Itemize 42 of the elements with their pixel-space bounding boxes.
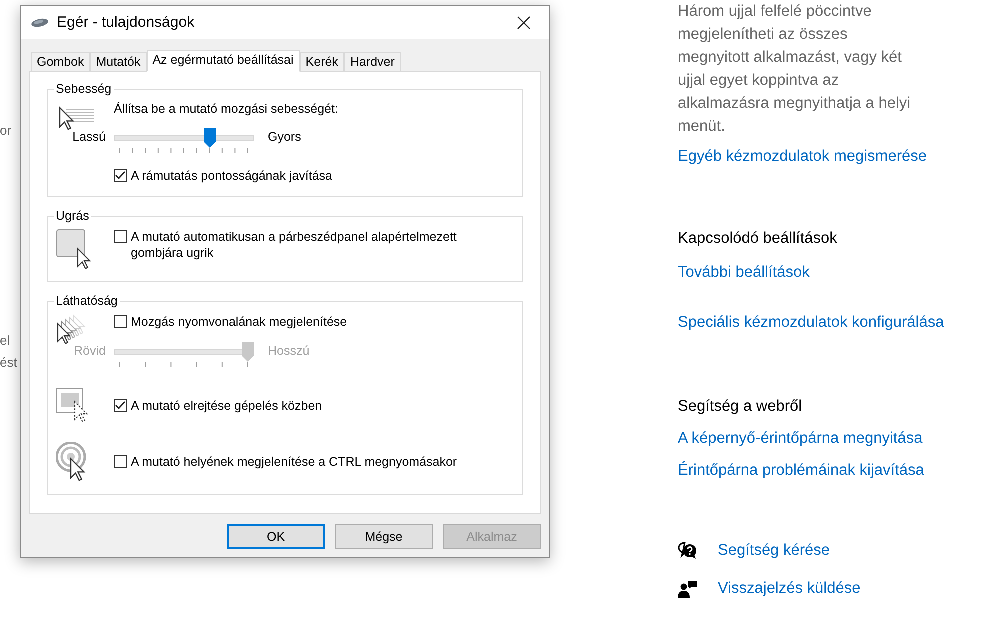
checkbox[interactable]: A rámutatás pontosságának javítása <box>114 168 512 184</box>
tab[interactable]: Mutatók <box>90 52 147 71</box>
tab[interactable]: Gombok <box>31 52 90 71</box>
background-text: or <box>0 122 13 140</box>
link[interactable]: Érintőpárna problémáinak kijavítása <box>678 460 924 482</box>
background-text: ést <box>0 354 18 372</box>
link[interactable]: Visszajelzés küldése <box>718 578 861 600</box>
window-title: Egér - tulajdonságok <box>57 14 196 31</box>
section-heading: Kapcsolódó beállítások <box>678 229 838 249</box>
group-title: Sebesség <box>55 82 113 96</box>
link[interactable]: További beállítások <box>678 262 810 284</box>
check-icon <box>115 171 126 180</box>
group-title: Láthatóság <box>55 294 119 308</box>
slider-label: Gyors <box>268 129 302 146</box>
slider-thumb[interactable] <box>204 128 216 148</box>
tab[interactable]: Kerék <box>300 52 344 71</box>
checkbox[interactable]: A mutató elrejtése gépelés közben <box>114 398 512 414</box>
section-heading: Segítség a webről <box>678 397 804 417</box>
instruction-text: Állítsa be a mutató mozgási sebességét: <box>114 102 340 116</box>
link[interactable]: Egyéb kézmozdulatok megismerése <box>678 146 927 168</box>
close-icon <box>517 16 531 30</box>
link[interactable]: Speciális kézmozdulatok konfigurálása <box>678 312 944 334</box>
group-title: Ugrás <box>55 209 90 223</box>
checkbox[interactable]: A mutató helyének megjelenítése a CTRL megnyomásakor <box>114 454 512 470</box>
mouse-icon <box>31 18 49 28</box>
check-icon <box>115 401 126 410</box>
description-text: Három ujjal felfelé pöccintve megjelenítheti az összes megnyitott alkalmazást, vagy két ujjal egyet koppintva az alkalmazásra megnyithatja a helyi menüt. <box>678 2 912 137</box>
dialog-button[interactable]: OK <box>227 524 325 549</box>
link[interactable]: A képernyő-érintőpárna megnyitása <box>678 428 923 450</box>
checkbox[interactable]: Mozgás nyomvonalának megjelenítése <box>114 314 512 330</box>
dialog-button[interactable]: Mégse <box>335 524 433 549</box>
feedback-person-icon <box>678 580 698 598</box>
tab[interactable]: Az egérmutató beállításai <box>146 50 300 72</box>
checkbox[interactable]: A mutató automatikusan a párbeszédpanel alapértelmezett gombjára ugrik <box>114 229 512 261</box>
slider-label: Hosszú <box>268 343 310 360</box>
link[interactable]: Segítség kérése <box>718 540 830 562</box>
slider-label: Lassú <box>72 129 106 146</box>
help-chat-icon <box>678 542 698 560</box>
slider-label: Rövid <box>73 343 106 360</box>
tab[interactable]: Hardver <box>344 52 401 71</box>
background-text: el <box>0 332 12 350</box>
slider-track[interactable] <box>114 128 254 156</box>
